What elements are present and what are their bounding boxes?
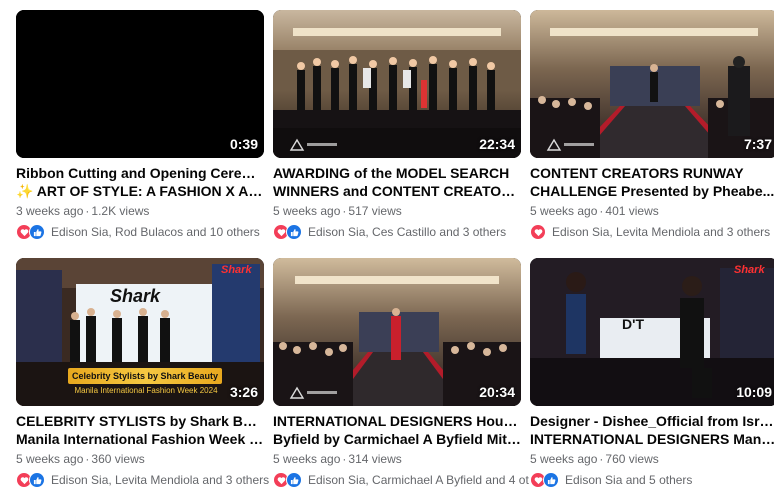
title-line-1: Ribbon Cutting and Opening Ceremony xyxy=(16,165,264,181)
meta-separator: · xyxy=(342,204,347,218)
video-duration: 3:26 xyxy=(229,384,258,400)
video-thumbnail[interactable]: Shark Shark Celebrity Stylists by Shark … xyxy=(16,258,264,406)
upload-age: 5 weeks ago xyxy=(16,452,84,466)
upload-age: 5 weeks ago xyxy=(273,204,341,218)
video-card[interactable]: 7:37 CONTENT CREATORS RUNWAY CHALLENGE P… xyxy=(530,10,774,240)
title-line-2: CHALLENGE Presented by Pheabe... xyxy=(530,183,774,199)
video-thumbnail[interactable]: 20:34 xyxy=(273,258,521,406)
video-thumbnail[interactable]: 7:37 xyxy=(530,10,774,158)
title-line-1: CELEBRITY STYLISTS by Shark Beauty xyxy=(16,413,264,429)
video-title[interactable]: CONTENT CREATORS RUNWAY CHALLENGE Presen… xyxy=(530,164,774,200)
like-reaction-icon xyxy=(29,224,45,240)
video-title[interactable]: Designer - Dishee_Official from Israel I… xyxy=(530,412,774,448)
video-duration: 22:34 xyxy=(479,136,515,152)
view-count: 314 views xyxy=(348,452,402,466)
banner-subtitle: Manila International Fashion Week 2024 xyxy=(74,386,218,395)
title-line-1: Designer - Dishee_Official from Israel xyxy=(530,413,774,429)
title-line-2: ✨ ART OF STYLE: A FASHION X ART... xyxy=(16,183,264,199)
video-meta: 5 weeks ago · 314 views xyxy=(273,452,521,466)
watermark-logo xyxy=(546,138,594,151)
video-card[interactable]: D'T Shark 10:09 Designer - Dishee_Offici… xyxy=(530,258,774,488)
ballroom-runway-scene xyxy=(530,10,774,158)
meta-separator: · xyxy=(599,452,604,466)
video-duration: 7:37 xyxy=(743,136,772,152)
reactions-row[interactable]: Edison Sia, Levita Mendiola and 3 others xyxy=(530,224,774,240)
like-reaction-icon xyxy=(286,224,302,240)
video-title[interactable]: AWARDING of the MODEL SEARCH WINNERS and… xyxy=(273,164,521,200)
video-card[interactable]: 20:34 INTERNATIONAL DESIGNERS House of B… xyxy=(273,258,529,488)
upload-age: 5 weeks ago xyxy=(530,204,598,218)
shark-corner-logo: Shark xyxy=(221,264,252,276)
video-thumbnail[interactable]: 0:39 xyxy=(16,10,264,158)
upload-age: 3 weeks ago xyxy=(16,204,84,218)
reactors-text[interactable]: Edison Sia, Levita Mendiola and 3 others xyxy=(51,473,269,487)
reactors-text[interactable]: Edison Sia, Carmichael A Byfield and 4 o… xyxy=(308,473,529,487)
title-line-1: AWARDING of the MODEL SEARCH xyxy=(273,165,510,181)
view-count: 517 views xyxy=(348,204,402,218)
reactors-text[interactable]: Edison Sia, Ces Castillo and 3 others xyxy=(308,225,506,239)
video-meta: 5 weeks ago · 360 views xyxy=(16,452,264,466)
video-title[interactable]: Ribbon Cutting and Opening Ceremony ✨ AR… xyxy=(16,164,264,200)
reactions-row[interactable]: Edison Sia, Rod Bulacos and 10 others xyxy=(16,224,264,240)
view-count: 1.2K views xyxy=(91,204,150,218)
title-line-2: Byfield by Carmichael A Byfield Mitche..… xyxy=(273,431,521,447)
video-meta: 5 weeks ago · 760 views xyxy=(530,452,774,466)
video-meta: 5 weeks ago · 517 views xyxy=(273,204,521,218)
video-card[interactable]: Shark Shark Celebrity Stylists by Shark … xyxy=(16,258,269,488)
reactors-text[interactable]: Edison Sia, Rod Bulacos and 10 others xyxy=(51,225,260,239)
meta-separator: · xyxy=(342,452,347,466)
video-thumbnail[interactable]: D'T Shark 10:09 xyxy=(530,258,774,406)
video-meta: 5 weeks ago · 401 views xyxy=(530,204,774,218)
backdrop-logo: D'T xyxy=(622,316,644,332)
view-count: 760 views xyxy=(605,452,659,466)
shark-corner-logo: Shark xyxy=(734,264,765,276)
video-grid: 0:39 Ribbon Cutting and Opening Ceremony… xyxy=(0,0,774,488)
title-line-2: WINNERS and CONTENT CREATOR... xyxy=(273,183,521,199)
video-card[interactable]: 22:34 AWARDING of the MODEL SEARCH WINNE… xyxy=(273,10,521,240)
title-line-1: INTERNATIONAL DESIGNERS House of xyxy=(273,413,521,429)
title-line-2: Manila International Fashion Week 20... xyxy=(16,431,264,447)
view-count: 360 views xyxy=(91,452,145,466)
title-line-2: INTERNATIONAL DESIGNERS Manila... xyxy=(530,431,774,447)
video-duration: 0:39 xyxy=(229,136,258,152)
video-title[interactable]: CELEBRITY STYLISTS by Shark Beauty Manil… xyxy=(16,412,264,448)
video-duration: 10:09 xyxy=(736,384,772,400)
video-thumbnail[interactable]: 22:34 xyxy=(273,10,521,158)
view-count: 401 views xyxy=(605,204,659,218)
love-reaction-icon xyxy=(530,224,546,240)
reactors-text[interactable]: Edison Sia, Levita Mendiola and 3 others xyxy=(552,225,770,239)
video-duration: 20:34 xyxy=(479,384,515,400)
upload-age: 5 weeks ago xyxy=(530,452,598,466)
meta-separator: · xyxy=(85,452,90,466)
video-card[interactable]: 0:39 Ribbon Cutting and Opening Ceremony… xyxy=(16,10,264,240)
reactors-text[interactable]: Edison Sia and 5 others xyxy=(565,473,692,487)
watermark-logo xyxy=(289,386,337,399)
title-line-1: CONTENT CREATORS RUNWAY xyxy=(530,165,744,181)
shark-logo: Shark xyxy=(110,286,161,306)
upload-age: 5 weeks ago xyxy=(273,452,341,466)
reactions-row[interactable]: Edison Sia, Ces Castillo and 3 others xyxy=(273,224,521,240)
meta-separator: · xyxy=(599,204,604,218)
watermark-logo xyxy=(289,138,337,151)
video-meta: 3 weeks ago · 1.2K views xyxy=(16,204,264,218)
meta-separator: · xyxy=(85,204,90,218)
video-title[interactable]: INTERNATIONAL DESIGNERS House of Byfield… xyxy=(273,412,521,448)
banner-title: Celebrity Stylists by Shark Beauty xyxy=(68,368,222,384)
